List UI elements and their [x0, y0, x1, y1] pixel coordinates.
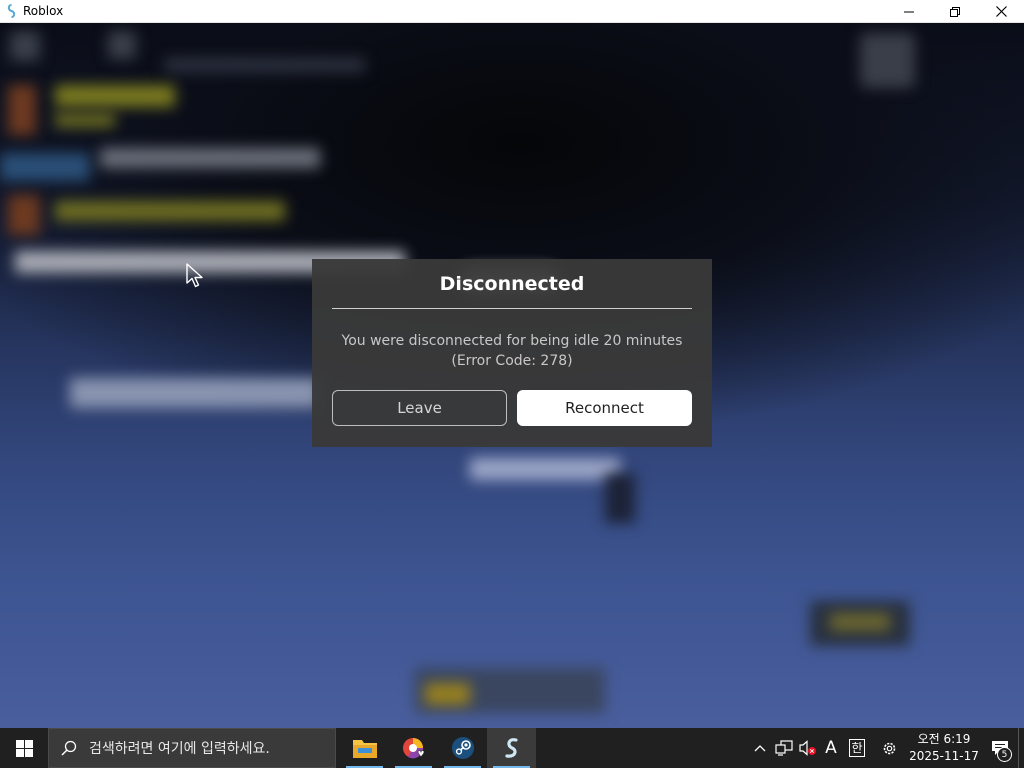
- taskbar-search-box[interactable]: 검색하려면 여기에 입력하세요.: [48, 728, 336, 768]
- start-button[interactable]: [0, 728, 48, 768]
- restore-icon: [950, 6, 960, 17]
- browser-icon: [402, 738, 424, 759]
- folder-icon: [352, 740, 377, 758]
- blurred-chat-element: [55, 201, 285, 221]
- network-button[interactable]: [772, 728, 796, 768]
- notification-center-button[interactable]: 5: [982, 728, 1018, 768]
- gear-icon: [883, 742, 895, 754]
- blurred-hud-element: [860, 33, 915, 88]
- blurred-chat-element: [8, 85, 36, 135]
- clock-date: 2025-11-17: [909, 749, 979, 763]
- system-tray: A 한 오전 6:19 2025-11-17 5: [748, 728, 1024, 768]
- blurred-chat-element: [100, 148, 320, 168]
- search-icon: [49, 740, 89, 756]
- blurred-hud-element: [108, 31, 136, 59]
- windows-logo-icon: [15, 739, 33, 757]
- blurred-chat-element: [55, 85, 175, 107]
- roblox-app-icon: [5, 4, 17, 18]
- settings-button[interactable]: [872, 728, 906, 768]
- roblox-icon: [504, 738, 518, 758]
- blurred-world-object: [70, 378, 320, 408]
- restore-button[interactable]: [932, 0, 978, 23]
- volume-muted-icon: [799, 740, 816, 756]
- notification-count-badge: 5: [997, 747, 1012, 762]
- close-icon: [995, 6, 1007, 17]
- taskbar-clock[interactable]: 오전 6:19 2025-11-17: [906, 731, 982, 765]
- windows-taskbar: 검색하려면 여기에 입력하세요. A 한 오전 6:19 2025-11-17 …: [0, 728, 1024, 768]
- blurred-hotbar-slot: [425, 683, 470, 705]
- search-placeholder: 검색하려면 여기에 입력하세요.: [89, 741, 270, 757]
- minimize-icon: [904, 11, 914, 12]
- blurred-chat-element: [55, 113, 115, 127]
- leave-button[interactable]: Leave: [332, 390, 507, 426]
- blurred-hud-element: [165, 58, 365, 72]
- close-button[interactable]: [978, 0, 1024, 23]
- dialog-message: You were disconnected for being idle 20 …: [312, 331, 712, 371]
- show-desktop-button[interactable]: [1018, 728, 1024, 768]
- dialog-error-code: (Error Code: 278): [451, 353, 573, 369]
- network-wired-icon: [775, 740, 793, 756]
- tray-overflow-button[interactable]: [748, 728, 772, 768]
- blurred-hud-button: [830, 613, 890, 631]
- window-titlebar: Roblox: [0, 0, 1024, 23]
- window-title: Roblox: [23, 4, 64, 18]
- reconnect-button[interactable]: Reconnect: [517, 390, 692, 426]
- dialog-title: Disconnected: [439, 273, 585, 295]
- ime-language-indicator[interactable]: 한: [842, 728, 872, 768]
- chevron-up-icon: [754, 745, 766, 752]
- ime-language-label: 한: [849, 739, 865, 757]
- clock-time: 오전 6:19: [917, 732, 971, 746]
- blurred-world-object: [605, 473, 635, 523]
- steam-icon: [451, 737, 474, 759]
- blurred-hud-element: [10, 31, 40, 61]
- taskbar-app-browser[interactable]: [389, 728, 438, 768]
- blurred-chat-element: [8, 195, 40, 235]
- mouse-cursor-icon: [186, 263, 203, 288]
- minimize-button[interactable]: [886, 0, 932, 23]
- disconnected-dialog: Disconnected You were disconnected for b…: [312, 259, 712, 447]
- volume-button[interactable]: [796, 728, 820, 768]
- input-mode-indicator[interactable]: A: [820, 728, 842, 768]
- taskbar-app-file-explorer[interactable]: [340, 728, 389, 768]
- blurred-chat-element: [0, 153, 90, 181]
- dialog-divider: [332, 308, 692, 309]
- dialog-message-line: You were disconnected for being idle 20 …: [341, 333, 683, 349]
- blurred-world-object: [470, 458, 620, 480]
- taskbar-app-roblox[interactable]: [487, 728, 536, 768]
- taskbar-app-steam[interactable]: [438, 728, 487, 768]
